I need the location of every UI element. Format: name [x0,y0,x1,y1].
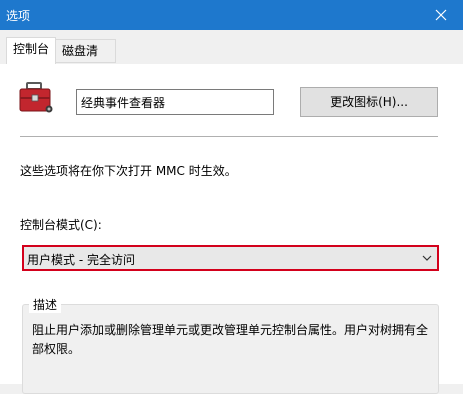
console-mode-select[interactable]: 用户模式 - 完全访问 [22,245,439,271]
toolbox-icon [19,82,53,113]
title-bar: 选项 [0,0,463,30]
console-mode-value: 用户模式 - 完全访问 [27,253,135,267]
divider [20,136,438,137]
close-button[interactable] [419,0,463,30]
description-group: 描述 阻止用户添加或删除管理单元或更改管理单元控制台属性。用户对树拥有全部权限。 [22,296,439,394]
window-title: 选项 [6,9,31,23]
tab-strip: 控制台 磁盘清理 [0,30,463,80]
tab-panel-console: 更改图标(H)... 这些选项将在你下次打开 MMC 时生效。 控制台模式(C)… [0,64,463,394]
close-icon [435,9,447,21]
console-mode-label: 控制台模式(C): [20,218,102,232]
tab-disk-cleanup[interactable]: 磁盘清理 [56,39,116,80]
description-legend: 描述 [29,296,62,313]
console-name-input[interactable] [76,89,274,115]
tab-console[interactable]: 控制台 [6,37,56,65]
change-icon-button[interactable]: 更改图标(H)... [300,87,438,117]
chevron-down-icon [422,255,432,261]
options-dialog: 选项 控制台 磁盘清理 更改图标(H)... 这些选项将在你下次打开 MMC 时… [0,0,463,394]
description-text: 阻止用户添加或删除管理单元或更改管理单元控制台属性。用户对树拥有全部权限。 [32,323,429,356]
info-text: 这些选项将在你下次打开 MMC 时生效。 [20,164,237,178]
